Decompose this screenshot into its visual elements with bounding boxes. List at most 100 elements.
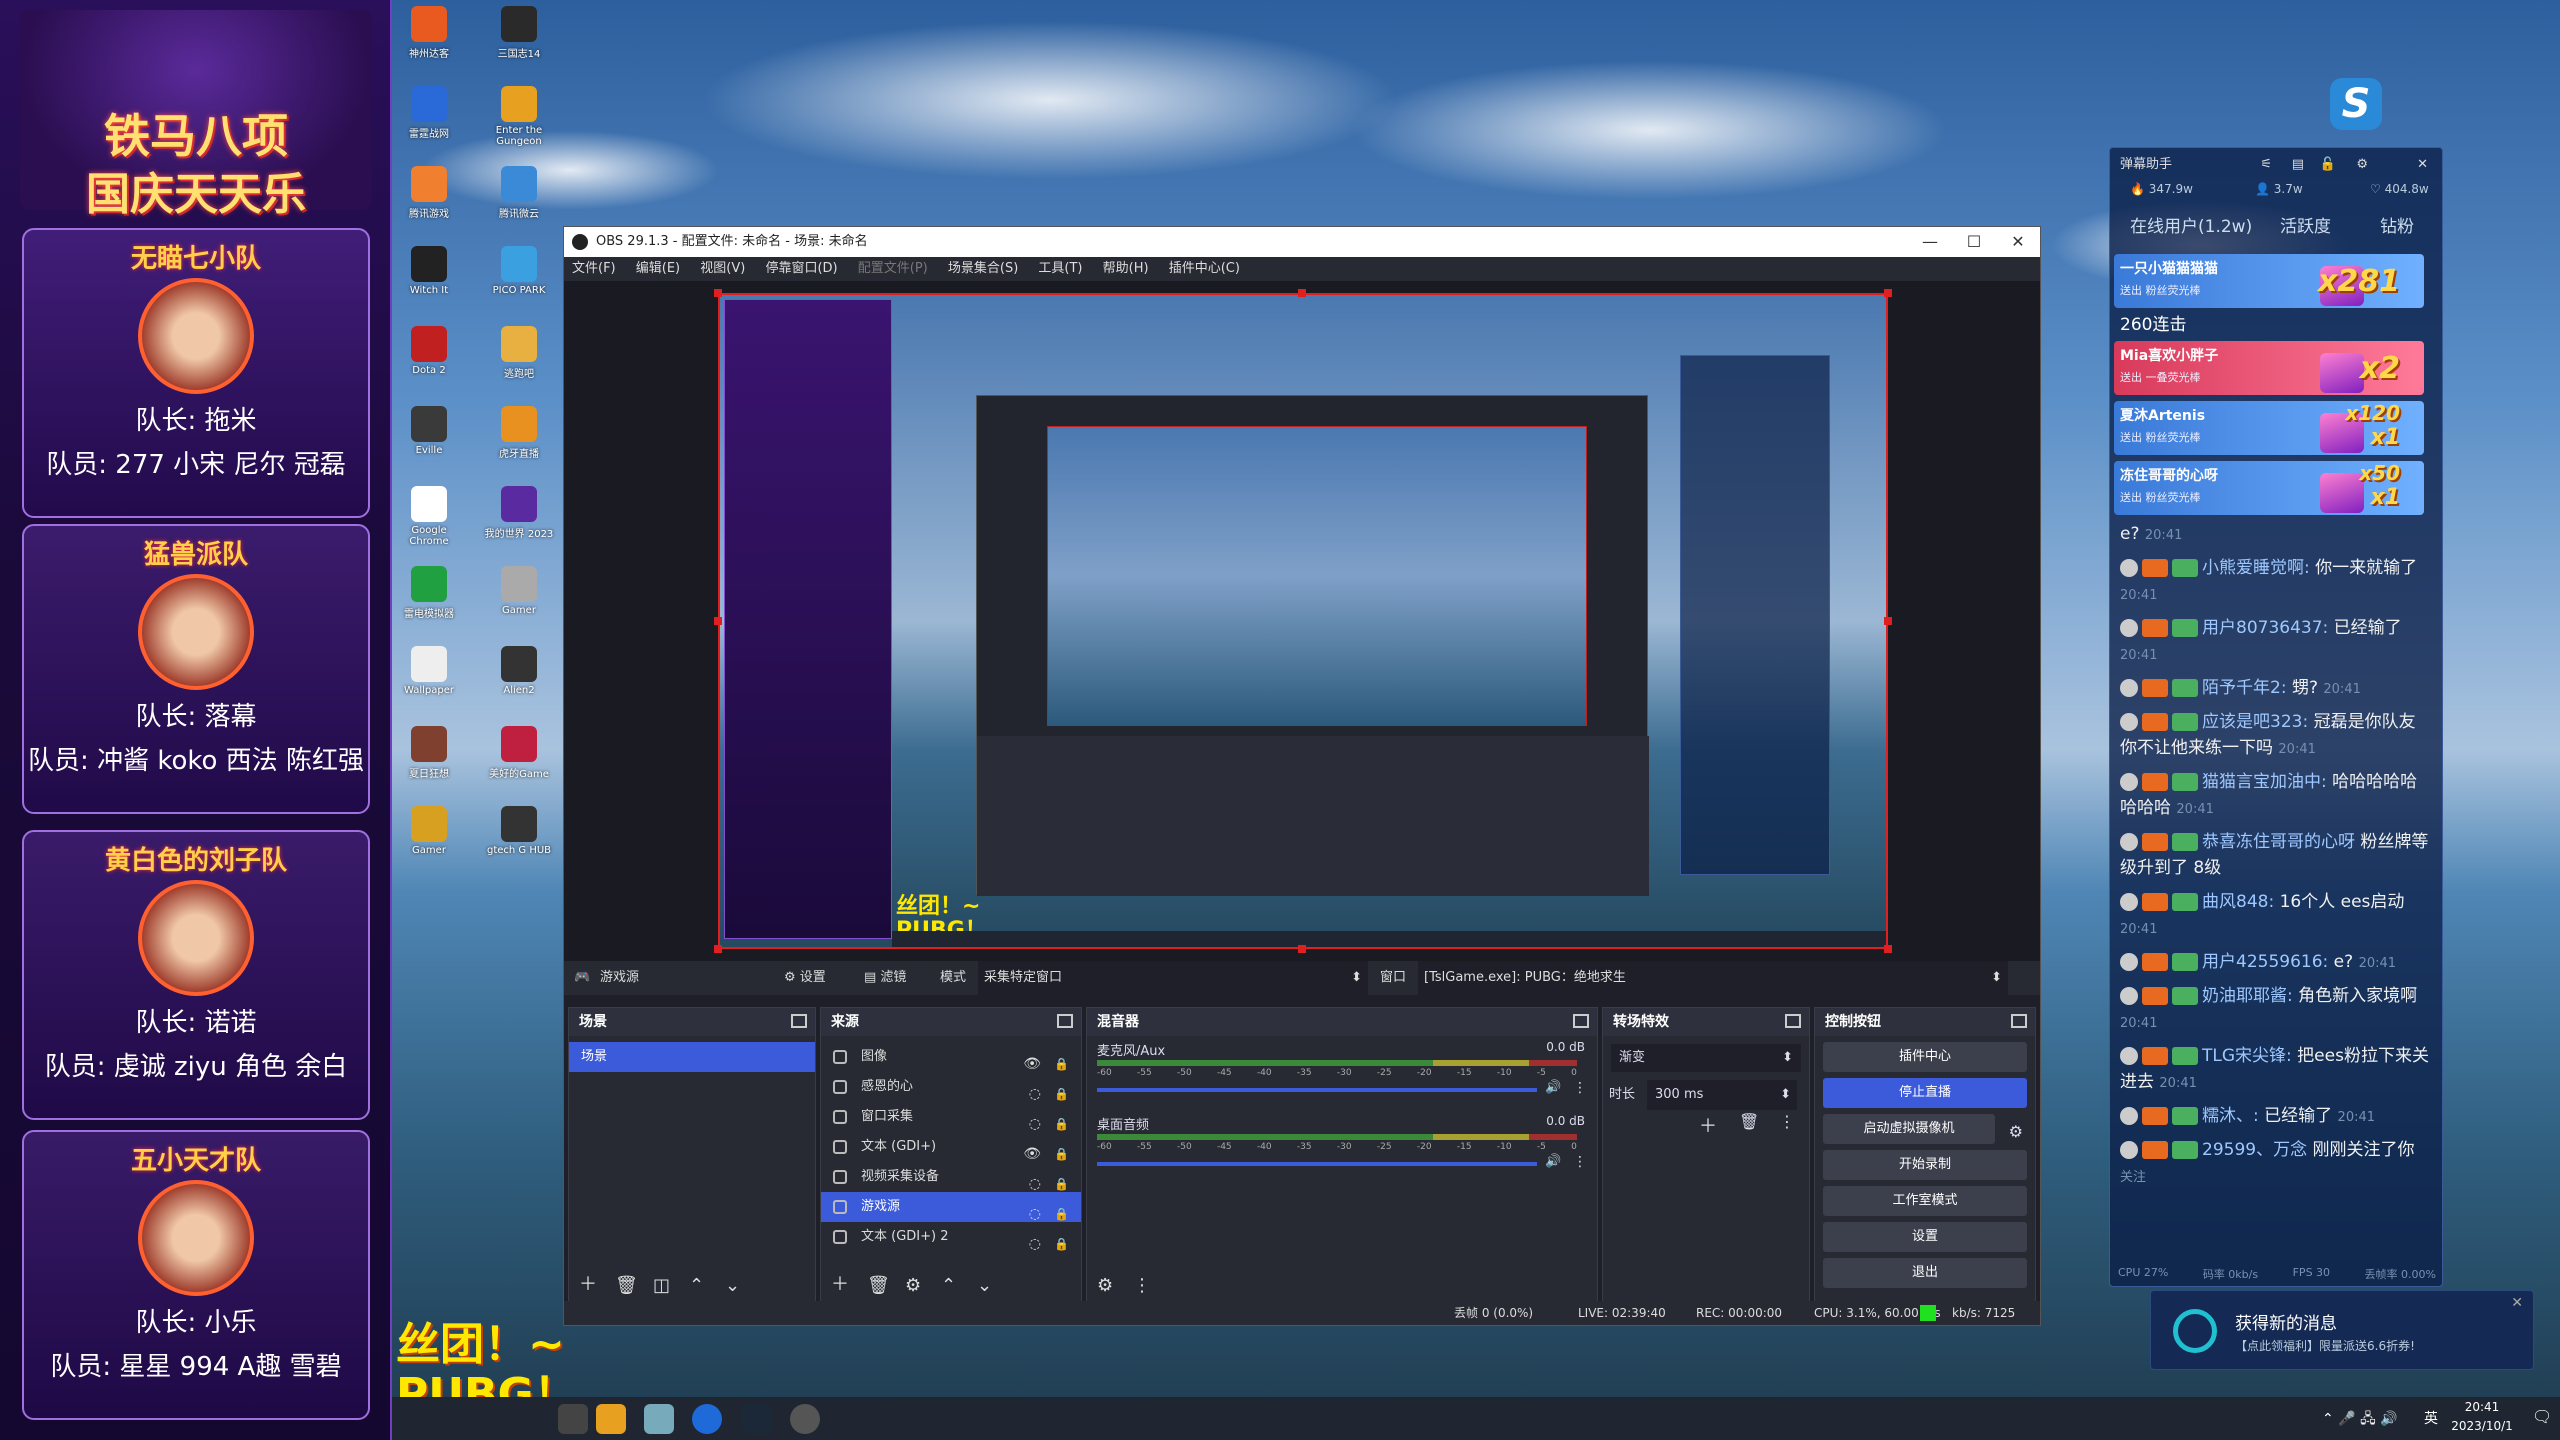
chat-username[interactable]: 用户80736437: (2202, 618, 2328, 638)
add-source-button[interactable]: ＋ (831, 1270, 849, 1296)
menu-docks[interactable]: 停靠窗口(D) (765, 261, 837, 276)
close-button[interactable]: ✕ (1996, 227, 2040, 257)
chat-username[interactable]: 曲风848: (2202, 892, 2274, 912)
add-scene-button[interactable]: ＋ (579, 1270, 597, 1296)
notification-center-icon[interactable]: 🗨 (2532, 1407, 2552, 1426)
menu-edit[interactable]: 编辑(E) (636, 261, 680, 276)
desktop-icon[interactable]: Witch It (394, 246, 464, 296)
popout-icon[interactable] (1573, 1014, 1589, 1028)
obs-taskbar-icon[interactable] (558, 1404, 588, 1434)
transition-menu-button[interactable]: ⋮ (1779, 1112, 1795, 1131)
maximize-button[interactable]: ☐ (1952, 227, 1996, 257)
resize-handle[interactable] (1884, 945, 1892, 953)
virtual-camera-gear-icon[interactable]: ⚙ (2009, 1122, 2023, 1141)
speaker-icon[interactable]: 🔊 (1545, 1080, 1561, 1095)
studio-mode-button[interactable]: 工作室模式 (1823, 1186, 2027, 1216)
desktop-icon[interactable]: 雷霆战网 (394, 86, 464, 140)
resize-handle[interactable] (1884, 289, 1892, 297)
chat-username[interactable]: 猫猫言宝加油中: (2202, 772, 2327, 792)
obs-window[interactable]: OBS 29.1.3 - 配置文件: 未命名 - 场景: 未命名 — ☐ ✕ 文… (563, 226, 2041, 1326)
preview-source[interactable]: 丝团！~PUBG！ (718, 293, 1888, 949)
start-recording-button[interactable]: 开始录制 (1823, 1150, 2027, 1180)
window-select[interactable]: [TslGame.exe]: PUBG：绝地求生 ⬍ (1418, 961, 2008, 995)
resize-handle[interactable] (1884, 617, 1892, 625)
app-logo-s[interactable]: S (2330, 78, 2382, 130)
mode-select[interactable]: 采集特定窗口 ⬍ (978, 961, 1368, 995)
transition-select[interactable]: 渐变 ⬍ (1611, 1044, 1801, 1072)
source-item[interactable]: 窗口采集 ◌ 🔒 (821, 1102, 1081, 1132)
source-item[interactable]: 图像 👁 🔒 (821, 1042, 1081, 1072)
desktop-icon[interactable]: Google Chrome (394, 486, 464, 547)
notification-toast[interactable]: 获得新的消息 【点此领福利】限量派送6.6折券! ✕ (2150, 1290, 2534, 1370)
source-settings-button[interactable]: ⚙ 设置 (784, 961, 826, 995)
chat-username[interactable]: 应该是吧323: (2202, 712, 2308, 732)
filter-icon[interactable]: ⚟ (2260, 148, 2272, 182)
desktop-icon[interactable]: 雷电模拟器 (394, 566, 464, 620)
source-properties-button[interactable]: ⚙ (905, 1275, 921, 1296)
chat-username[interactable]: 用户42559616: (2202, 952, 2328, 972)
popout-icon[interactable] (2011, 1014, 2027, 1028)
preview-canvas[interactable]: 丝团！~PUBG！ (564, 281, 2040, 961)
move-down-button[interactable]: ⌄ (725, 1275, 740, 1296)
close-icon[interactable]: ✕ (2511, 1295, 2523, 1311)
resize-handle[interactable] (1298, 945, 1306, 953)
list-icon[interactable]: ▤ (2292, 148, 2304, 182)
desktop-icon[interactable]: Wallpaper (394, 646, 464, 696)
visibility-hidden-icon[interactable]: ◌ (1029, 1229, 1041, 1259)
chat-username[interactable]: 奶油耶耶酱: (2202, 986, 2293, 1006)
desktop-icon[interactable]: Dota 2 (394, 326, 464, 376)
volume-slider[interactable] (1097, 1088, 1537, 1092)
remove-transition-button[interactable]: 🗑 (1739, 1112, 1759, 1131)
volume-slider[interactable] (1097, 1162, 1537, 1166)
chat-username[interactable]: TLG宋尖锋: (2202, 1046, 2292, 1066)
scene-item[interactable]: 场景 (569, 1042, 815, 1072)
chat-username[interactable]: 糯沐、: (2202, 1106, 2259, 1126)
chat-username[interactable]: 29599、万念 (2202, 1140, 2307, 1160)
desktop-icon[interactable]: Enter the Gungeon (484, 86, 554, 147)
tab-diamond-fans[interactable]: 钻粉 (2380, 212, 2414, 237)
clock-time[interactable]: 20:41 (2452, 1400, 2512, 1414)
resize-handle[interactable] (1298, 289, 1306, 297)
desktop-icon[interactable]: 三国志14 (484, 6, 554, 60)
source-item[interactable]: 感恩的心 ◌ 🔒 (821, 1072, 1081, 1102)
mixer-menu-button[interactable]: ⋮ (1133, 1275, 1151, 1296)
desktop-icon[interactable]: 腾讯游戏 (394, 166, 464, 220)
plugin-center-button[interactable]: 插件中心 (1823, 1042, 2027, 1072)
desktop-icon[interactable]: 腾讯微云 (484, 166, 554, 220)
unlock-icon[interactable]: 🔓 (2320, 148, 2336, 182)
desktop-icon[interactable]: gtech G HUB (484, 806, 554, 856)
desktop-icon[interactable]: 美好的Game (484, 726, 554, 780)
lock-icon[interactable]: 🔒 (1054, 1229, 1069, 1259)
tab-online-users[interactable]: 在线用户(1.2w) (2130, 212, 2252, 237)
move-down-button[interactable]: ⌄ (977, 1275, 992, 1296)
source-item[interactable]: 文本 (GDI+) 2 ◌ 🔒 (821, 1222, 1081, 1252)
app-taskbar-icon[interactable] (596, 1404, 626, 1434)
menu-scene-collection[interactable]: 场景集合(S) (948, 261, 1018, 276)
menu-profile[interactable]: 配置文件(P) (858, 261, 928, 276)
desktop-icon[interactable]: PICO PARK (484, 246, 554, 296)
gear-icon[interactable]: ⚙ (2356, 148, 2368, 182)
close-icon[interactable]: ✕ (2417, 148, 2428, 182)
popout-icon[interactable] (791, 1014, 807, 1028)
speaker-icon[interactable]: 🔊 (1545, 1154, 1561, 1169)
menu-tools[interactable]: 工具(T) (1038, 261, 1082, 276)
menu-plugin-center[interactable]: 插件中心(C) (1169, 261, 1240, 276)
menu-view[interactable]: 视图(V) (700, 261, 745, 276)
desktop-icon[interactable]: Alien2 (484, 646, 554, 696)
menu-file[interactable]: 文件(F) (572, 261, 616, 276)
add-transition-button[interactable]: ＋ (1699, 1112, 1717, 1138)
steam-taskbar-icon[interactable] (742, 1404, 772, 1434)
remove-source-button[interactable]: 🗑 (867, 1275, 890, 1296)
desktop-icon[interactable]: 我的世界 2023 (484, 486, 554, 540)
stop-streaming-button[interactable]: 停止直播 (1823, 1078, 2027, 1108)
duration-input[interactable]: 300 ms ⬍ (1647, 1080, 1797, 1110)
app-taskbar-icon[interactable] (790, 1404, 820, 1434)
clock-date[interactable]: 2023/10/1 (2444, 1419, 2520, 1433)
title-bar[interactable]: OBS 29.1.3 - 配置文件: 未命名 - 场景: 未命名 — ☐ ✕ (564, 227, 2040, 257)
ime-indicator[interactable]: 英 (2424, 1408, 2438, 1428)
desktop-icon[interactable]: 虎牙直播 (484, 406, 554, 460)
desktop-icon[interactable]: Gamer (484, 566, 554, 616)
desktop-icon[interactable]: Eville (394, 406, 464, 456)
tray-icons[interactable]: ⌃ 🎤 🖧 🔊 (2322, 1408, 2398, 1432)
resize-handle[interactable] (714, 617, 722, 625)
